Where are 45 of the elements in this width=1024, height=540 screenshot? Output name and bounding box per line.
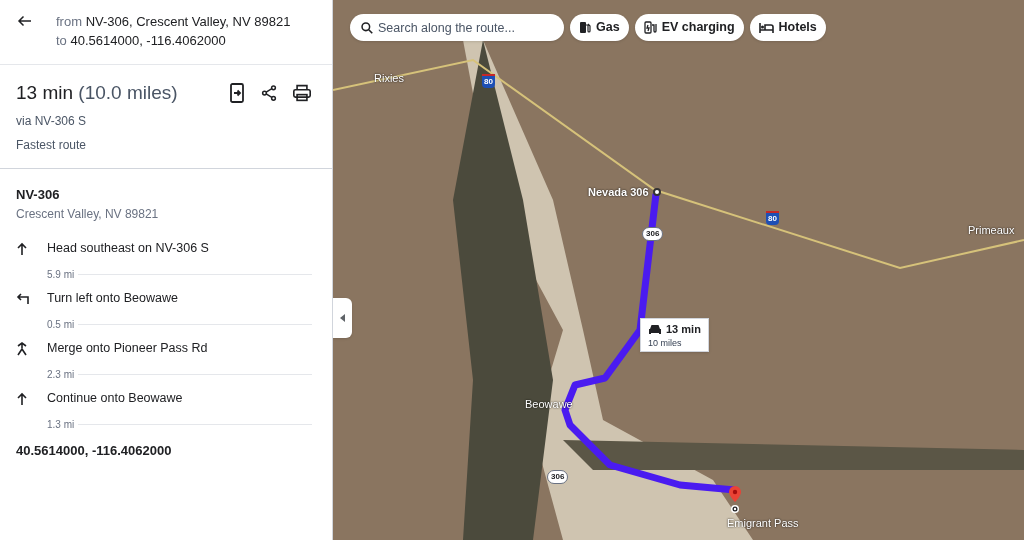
- step-distance: 5.9 mi: [47, 267, 75, 282]
- route-note: Fastest route: [16, 136, 88, 154]
- hotel-chip[interactable]: Hotels: [749, 14, 826, 41]
- place-label: Primeaux: [968, 223, 1015, 238]
- step-instruction[interactable]: Head southeast on NV-306 S: [47, 239, 312, 258]
- turn-left-icon: [16, 292, 30, 304]
- print-icon[interactable]: [292, 84, 312, 103]
- share-icon[interactable]: [260, 84, 278, 103]
- route-distance: 10 miles: [648, 337, 683, 349]
- straight-arrow-icon: [16, 392, 28, 406]
- route-shield: 306: [642, 227, 664, 241]
- straight-arrow-icon: [16, 242, 28, 256]
- place-label: Rixies: [374, 71, 404, 86]
- step-instruction[interactable]: Turn left onto Beowawe: [47, 289, 312, 308]
- gas-chip[interactable]: Gas: [570, 14, 629, 41]
- car-icon: [648, 323, 662, 335]
- merge-icon: [16, 342, 28, 356]
- place-label: Emigrant Pass: [727, 516, 799, 531]
- step-instruction[interactable]: Merge onto Pioneer Pass Rd: [47, 339, 312, 358]
- destination-pin-icon: [727, 486, 743, 516]
- ev-charger-icon: [643, 21, 657, 34]
- via-text: via NV-306 S: [16, 112, 88, 130]
- step-distance: 0.5 mi: [47, 317, 75, 332]
- collapse-panel-button[interactable]: [333, 298, 352, 338]
- place-label: Nevada 306: [588, 185, 649, 200]
- route-summary: 13 min (10.0 miles): [16, 81, 178, 105]
- route-shield: 80: [482, 74, 495, 88]
- start-point-marker: [652, 188, 661, 197]
- fuel-pump-icon: [579, 21, 591, 34]
- step-instruction[interactable]: Continue onto Beowawe: [47, 389, 312, 408]
- step-distance: 2.3 mi: [47, 367, 75, 382]
- caret-icon: [339, 314, 346, 322]
- bed-icon: [758, 22, 774, 33]
- ev-chip[interactable]: EV charging: [634, 14, 744, 41]
- route-time: 13 min: [666, 322, 701, 337]
- origin-address: Crescent Valley, NV 89821: [16, 206, 160, 223]
- send-to-phone-icon[interactable]: [228, 83, 246, 104]
- route-shield: 80: [766, 211, 779, 225]
- search-icon: [360, 21, 374, 35]
- origin-name: NV-306: [16, 185, 61, 204]
- destination-name: 40.5614000, -116.4062000: [16, 442, 173, 460]
- search-field[interactable]: Search along the route...: [350, 14, 564, 41]
- origin-text: from NV-306, Crescent Valley, NV 89821: [56, 13, 291, 31]
- destination-text: to 40.5614000, -116.4062000: [56, 32, 227, 50]
- step-distance: 1.3 mi: [47, 417, 75, 432]
